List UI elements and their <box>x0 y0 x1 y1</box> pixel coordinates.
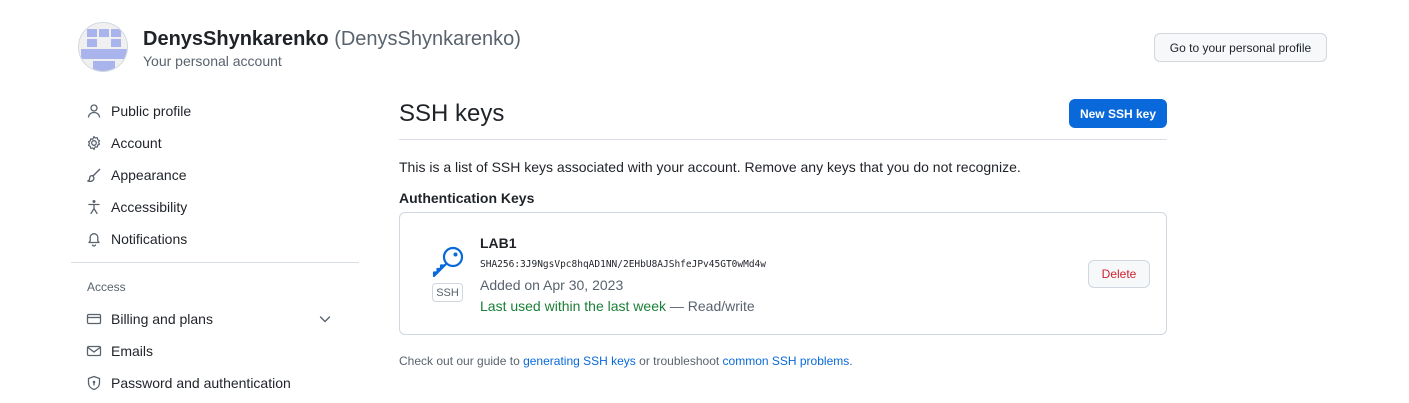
login-handle: (DenysShynkarenko) <box>334 28 521 50</box>
sidebar-heading-access: Access <box>87 280 126 294</box>
identicon <box>79 23 127 71</box>
sidebar-item-account[interactable]: Account <box>86 130 356 156</box>
person-icon <box>87 104 101 118</box>
display-name: DenysShynkarenko (DenysShynkarenko) <box>143 28 521 51</box>
generating-ssh-keys-link[interactable]: generating SSH keys <box>523 354 636 368</box>
key-last-used: Last used within the last week — Read/wr… <box>480 298 755 314</box>
bell-icon <box>88 233 100 247</box>
footer-text: Check out our guide to <box>399 354 524 368</box>
ssh-badge: SSH <box>432 283 463 302</box>
last-used-text: Last used within the last week <box>480 298 666 314</box>
authentication-keys-heading: Authentication Keys <box>399 190 535 206</box>
key-added-date: Added on Apr 30, 2023 <box>480 277 624 293</box>
help-footer: Check out our guide to generating SSH ke… <box>399 354 853 368</box>
account-subtitle: Your personal account <box>143 53 282 69</box>
avatar[interactable] <box>78 22 128 72</box>
sidebar-item-label: Public profile <box>111 103 192 119</box>
credit-card-icon <box>86 313 102 325</box>
sidebar-item-label: Notifications <box>111 231 188 247</box>
key-fingerprint: SHA256:3J9NgsVpc8hqAD1NN/2EHbU8AJShfeJPv… <box>480 259 766 270</box>
intro-text: This is a list of SSH keys associated wi… <box>399 159 1021 175</box>
new-ssh-key-button[interactable]: New SSH key <box>1069 99 1167 128</box>
access-level: — Read/write <box>669 298 755 314</box>
sidebar-item-emails[interactable]: Emails <box>86 338 356 364</box>
go-to-profile-button[interactable]: Go to your personal profile <box>1154 33 1327 62</box>
key-icon <box>432 246 464 278</box>
key-title: LAB1 <box>480 235 517 251</box>
sidebar-item-notifications[interactable]: Notifications <box>86 226 356 252</box>
username: DenysShynkarenko <box>143 28 329 50</box>
delete-key-button[interactable]: Delete <box>1088 260 1150 288</box>
shield-lock-icon <box>87 375 101 391</box>
chevron-down-icon[interactable] <box>317 311 333 327</box>
sidebar-divider <box>71 262 359 263</box>
sidebar-item-label: Billing and plans <box>111 311 213 327</box>
sidebar-item-label: Accessibility <box>111 199 188 215</box>
sidebar-item-label: Appearance <box>111 167 187 183</box>
accessibility-icon <box>88 200 100 215</box>
sidebar-item-label: Emails <box>111 343 154 359</box>
sidebar-item-label: Password and authentication <box>111 375 291 391</box>
footer-text: . <box>849 354 853 368</box>
common-ssh-problems-link[interactable]: common SSH problems <box>723 354 850 368</box>
ssh-key-list-item <box>399 212 1167 335</box>
sidebar-item-accessibility[interactable]: Accessibility <box>86 194 356 220</box>
footer-text: or troubleshoot <box>635 354 723 368</box>
sidebar-item-billing[interactable]: Billing and plans <box>86 306 356 332</box>
sidebar-item-password-authentication[interactable]: Password and authentication <box>86 370 356 396</box>
title-divider <box>399 139 1167 140</box>
page-title: SSH keys <box>399 100 505 127</box>
gear-icon <box>87 135 101 151</box>
mail-icon <box>86 345 102 357</box>
sidebar-item-public-profile[interactable]: Public profile <box>86 98 356 124</box>
sidebar-item-appearance[interactable]: Appearance <box>86 162 356 188</box>
paintbrush-icon <box>87 168 101 183</box>
sidebar-item-label: Account <box>111 135 162 151</box>
